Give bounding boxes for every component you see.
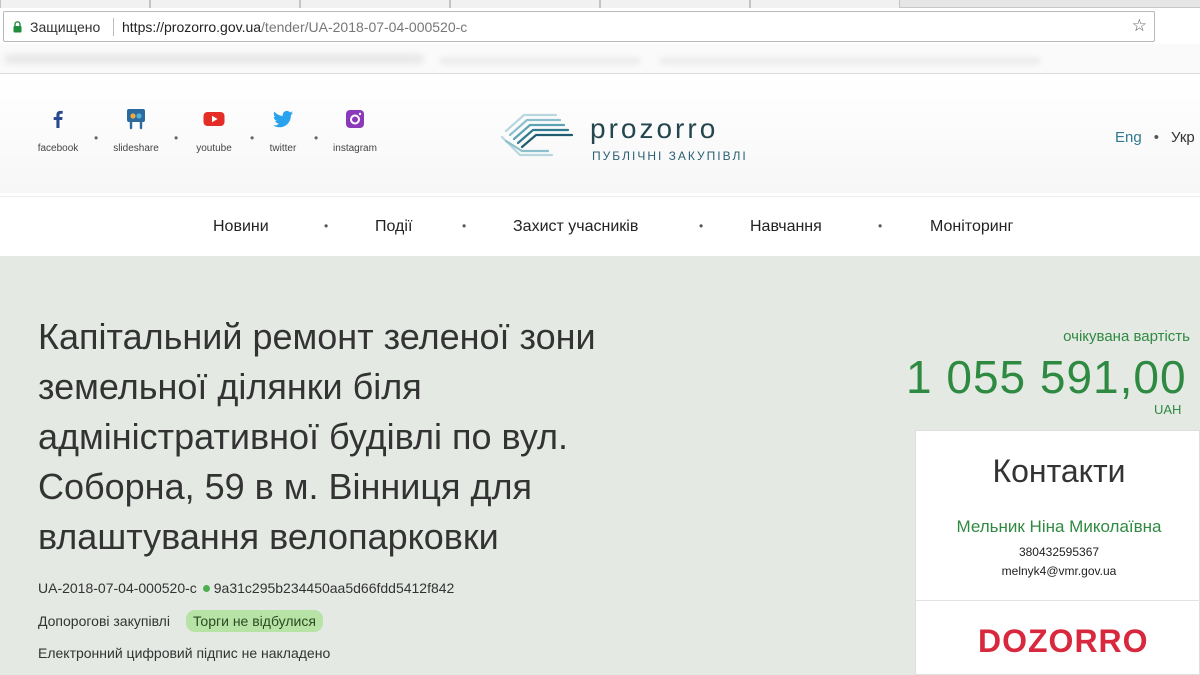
browser-tab[interactable] bbox=[150, 0, 300, 8]
tender-id[interactable]: UA-2018-07-04-000520-c bbox=[38, 580, 197, 596]
social-slideshare[interactable]: slideshare bbox=[96, 107, 176, 154]
separator-dot: • bbox=[878, 219, 883, 233]
secure-label: Защищено bbox=[30, 19, 101, 35]
address-bar[interactable]: Защищено https://prozorro.gov.ua/tender/… bbox=[3, 11, 1155, 42]
separator-dot: • bbox=[1153, 129, 1159, 146]
social-label: slideshare bbox=[113, 143, 159, 154]
bookmarks-blurred bbox=[440, 58, 640, 64]
dozorro-logo[interactable]: DOZORRO bbox=[978, 623, 1149, 660]
tender-content: Капітальний ремонт зеленої зони земельно… bbox=[0, 256, 1200, 675]
prozorro-logo[interactable]: prozorro ПУБЛІЧНІ ЗАКУПІВЛІ bbox=[498, 109, 758, 165]
social-instagram[interactable]: instagram bbox=[315, 107, 395, 154]
social-youtube[interactable]: youtube bbox=[174, 107, 254, 154]
language-switcher: Eng • Укр bbox=[1115, 129, 1195, 146]
tender-title: Капітальний ремонт зеленої зони земельно… bbox=[38, 316, 596, 557]
status-dot bbox=[202, 585, 210, 592]
social-facebook[interactable]: facebook bbox=[18, 107, 98, 154]
url-host: https://prozorro.gov.ua bbox=[122, 19, 262, 35]
url-text[interactable]: https://prozorro.gov.ua/tender/UA-2018-0… bbox=[122, 19, 467, 35]
separator-dot: • bbox=[324, 219, 329, 233]
browser-tab[interactable] bbox=[600, 0, 750, 8]
youtube-icon bbox=[203, 112, 225, 126]
contacts-panel: Контакти Мельник Ніна Миколаївна 3804325… bbox=[915, 430, 1200, 675]
procedure-type: Допорогові закупівлі bbox=[38, 613, 170, 629]
browser-tab[interactable] bbox=[450, 0, 600, 8]
contact-name: Мельник Ніна Миколаївна bbox=[956, 517, 1162, 536]
social-label: twitter bbox=[269, 143, 297, 154]
status-badge: Торги не відбулися bbox=[185, 610, 323, 632]
lang-en[interactable]: Eng bbox=[1115, 129, 1142, 146]
social-label: youtube bbox=[196, 143, 232, 154]
site-header: facebook • slideshare • youtube • twitte… bbox=[0, 75, 1200, 193]
social-label: facebook bbox=[37, 143, 79, 154]
logo-subtitle: ПУБЛІЧНІ ЗАКУПІВЛІ bbox=[592, 149, 748, 163]
nav-item-events[interactable]: Події bbox=[375, 218, 412, 236]
browser-tab[interactable] bbox=[300, 0, 450, 8]
main-nav: Новини • Події • Захист учасників • Навч… bbox=[0, 196, 1200, 256]
procedure-row: Допорогові закупівлі Торги не відбулися bbox=[38, 610, 323, 632]
social-label: instagram bbox=[333, 143, 377, 154]
contacts-title: Контакти bbox=[992, 453, 1126, 489]
address-separator bbox=[113, 18, 114, 36]
slideshare-icon bbox=[127, 109, 145, 130]
nav-item-training[interactable]: Навчання bbox=[750, 218, 822, 236]
instagram-icon bbox=[346, 110, 364, 128]
expected-value-label: очікувана вартість bbox=[1063, 328, 1190, 345]
lang-ua[interactable]: Укр bbox=[1171, 129, 1195, 146]
facebook-icon bbox=[53, 110, 63, 128]
contact-phone[interactable]: 380432595367 bbox=[916, 545, 1200, 559]
prozorro-logo-mark bbox=[500, 113, 574, 157]
bookmark-star-icon[interactable]: ☆ bbox=[1132, 16, 1147, 36]
separator-dot: • bbox=[699, 219, 704, 233]
url-path: /tender/UA-2018-07-04-000520-c bbox=[261, 19, 468, 35]
tender-identifiers: UA-2018-07-04-000520-c 9a31c295b234450aa5… bbox=[38, 580, 454, 596]
expected-value-amount: 1 055 591,00 bbox=[906, 351, 1187, 403]
contact-email[interactable]: melnyk4@vmr.gov.ua bbox=[916, 564, 1200, 578]
browser-tab[interactable] bbox=[0, 0, 150, 8]
nav-item-news[interactable]: Новини bbox=[213, 218, 269, 236]
nav-item-protection[interactable]: Захист учасників bbox=[513, 218, 638, 236]
logo-wordmark: prozorro bbox=[590, 113, 719, 144]
nav-item-monitoring[interactable]: Моніторинг bbox=[930, 218, 1013, 236]
separator-dot: • bbox=[462, 219, 467, 233]
bookmarks-blurred bbox=[660, 58, 1040, 64]
divider bbox=[916, 600, 1200, 601]
bookmarks-blurred bbox=[4, 54, 424, 64]
page: Защищено https://prozorro.gov.ua/tender/… bbox=[0, 0, 1200, 675]
currency-label: UAH bbox=[1154, 402, 1182, 417]
browser-tab-strip bbox=[0, 0, 1200, 8]
twitter-icon bbox=[273, 110, 293, 128]
lock-icon bbox=[13, 21, 22, 33]
browser-tab[interactable] bbox=[750, 0, 900, 8]
signature-status: Електронний цифровий підпис не накладено bbox=[38, 645, 331, 661]
tender-hash[interactable]: 9a31c295b234450aa5d66fdd5412f842 bbox=[214, 580, 455, 596]
social-twitter[interactable]: twitter bbox=[243, 107, 323, 154]
bookmarks-bar bbox=[0, 44, 1200, 74]
